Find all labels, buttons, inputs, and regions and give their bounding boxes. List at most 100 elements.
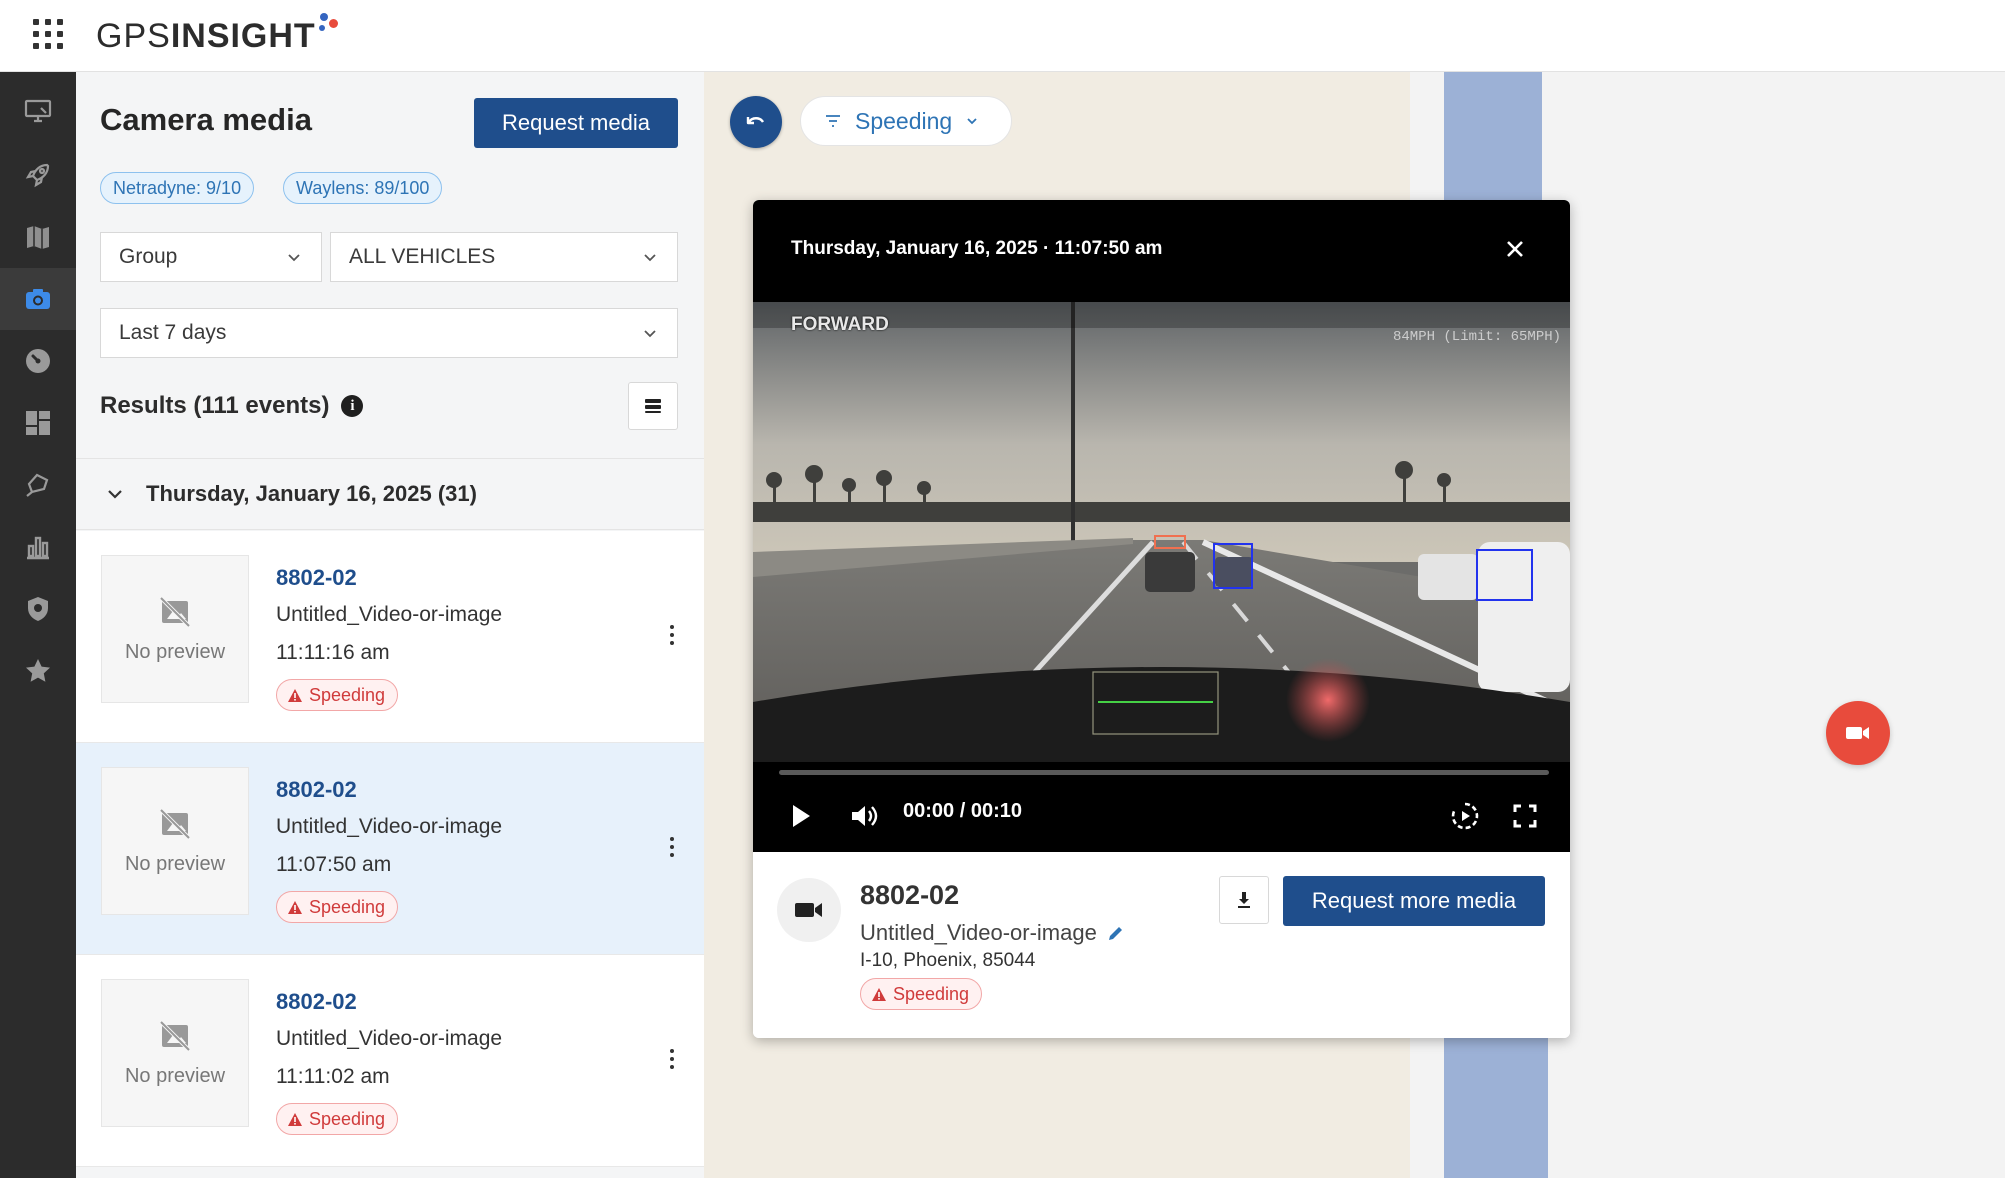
warning-icon	[288, 1112, 302, 1126]
speeding-badge: Speeding	[276, 1103, 399, 1135]
request-media-button[interactable]: Request media	[474, 98, 678, 148]
filter-label: Speeding	[855, 107, 953, 134]
fullscreen-button[interactable]	[1503, 796, 1547, 836]
speeding-badge: Speeding	[276, 891, 399, 923]
no-image-icon	[159, 1020, 191, 1051]
chevron-down-icon	[288, 254, 300, 262]
video-camera-icon	[795, 903, 822, 917]
more-options-icon[interactable]	[662, 1039, 682, 1079]
event-list-item[interactable]: No preview 8802-02 Untitled_Video-or-ima…	[76, 531, 704, 743]
event-list-item[interactable]: No preview 8802-02 Untitled_Video-or-ima…	[76, 955, 704, 1167]
edit-name-button[interactable]	[1107, 924, 1125, 942]
panel-title: Camera media	[100, 102, 312, 137]
nav-dashboard-icon[interactable]	[0, 392, 76, 454]
badge-label: Speeding	[309, 1108, 386, 1129]
video-controls: 00:00 / 00:10	[753, 762, 1570, 852]
back-button[interactable]	[730, 96, 782, 148]
close-button[interactable]	[1490, 224, 1540, 274]
info-icon[interactable]: i	[341, 395, 364, 417]
fullscreen-icon	[1513, 804, 1537, 828]
undo-arrow-icon	[746, 117, 765, 125]
map-road	[1448, 1032, 1548, 1178]
date-group-label: Thursday, January 16, 2025 (31)	[146, 481, 477, 506]
volume-button[interactable]	[843, 796, 887, 836]
play-button[interactable]	[779, 796, 823, 836]
logo-text-gps: GPS	[96, 16, 171, 55]
badge-label: Speeding	[309, 684, 386, 705]
date-range-value: Last 7 days	[119, 321, 227, 344]
nav-display-icon[interactable]	[0, 80, 76, 142]
event-vehicle-id[interactable]: 8802-02	[276, 565, 357, 591]
top-bar: GPS INSIGHT	[0, 0, 2005, 72]
chevron-down-icon	[108, 490, 122, 499]
no-preview-label: No preview	[124, 1064, 226, 1087]
playback-speed-icon	[1451, 802, 1479, 830]
media-vehicle-id: 8802-02	[860, 880, 960, 910]
gpsinsight-logo[interactable]: GPS INSIGHT	[96, 12, 340, 60]
request-more-media-button[interactable]: Request more media	[1283, 876, 1545, 926]
date-group-header[interactable]: Thursday, January 16, 2025 (31)	[76, 458, 704, 530]
list-view-toggle[interactable]	[628, 382, 678, 430]
download-button[interactable]	[1219, 876, 1269, 924]
speeding-filter-dropdown[interactable]: Speeding	[800, 96, 1012, 146]
time-readout: 00:00 / 00:10	[903, 800, 1022, 822]
badge-label: Speeding	[893, 983, 970, 1004]
event-time: 11:07:50 am	[276, 853, 392, 876]
dashcam-frame: 84MPH (Limit: 65MPH)	[753, 302, 1570, 762]
record-camera-button[interactable]	[1826, 701, 1890, 765]
date-range-select[interactable]: Last 7 days	[100, 308, 678, 358]
nav-rocket-icon[interactable]	[0, 144, 76, 206]
event-list-item-selected[interactable]: No preview 8802-02 Untitled_Video-or-ima…	[76, 743, 704, 955]
logo-text-insight: INSIGHT	[170, 16, 316, 55]
volume-icon	[852, 806, 878, 826]
nav-shield-icon[interactable]	[0, 578, 76, 640]
no-image-icon	[159, 596, 191, 627]
playback-speed-button[interactable]	[1443, 796, 1487, 836]
speeding-badge: Speeding	[276, 679, 399, 711]
media-card-header: Thursday, January 16, 2025 · 11:07:50 am	[753, 200, 1570, 302]
media-viewer-card: Thursday, January 16, 2025 · 11:07:50 am	[753, 200, 1570, 1038]
no-preview-label: No preview	[124, 852, 226, 875]
nav-reports-icon[interactable]	[0, 516, 76, 578]
pencil-icon	[1108, 927, 1122, 940]
play-icon	[793, 805, 810, 827]
group-select-value: Group	[119, 245, 178, 268]
nav-geofence-icon[interactable]	[0, 454, 76, 516]
badge-label: Speeding	[309, 896, 386, 917]
warning-icon	[288, 688, 302, 702]
event-file-name: Untitled_Video-or-image	[276, 603, 503, 626]
chevron-down-icon	[644, 330, 656, 338]
waylens-quota-chip: Waylens: 89/100	[283, 172, 443, 204]
no-preview-label: No preview	[124, 640, 226, 663]
nav-gauge-icon[interactable]	[0, 330, 76, 392]
close-icon	[1507, 241, 1523, 257]
event-time: 11:11:16 am	[276, 641, 390, 664]
nav-map-icon[interactable]	[0, 206, 76, 268]
nav-star-icon[interactable]	[0, 640, 76, 702]
warning-icon	[872, 987, 886, 1001]
group-select[interactable]: Group	[100, 232, 322, 282]
apps-grid-icon[interactable]	[28, 14, 68, 54]
nav-camera-icon[interactable]	[0, 268, 76, 330]
no-image-icon	[159, 808, 191, 839]
event-time: 11:11:02 am	[276, 1065, 390, 1088]
speeding-badge: Speeding	[860, 978, 983, 1010]
results-label: Results (111 events)	[100, 392, 330, 419]
camera-avatar	[777, 878, 841, 942]
more-options-icon[interactable]	[662, 615, 682, 655]
speed-overlay-text: 84MPH (Limit: 65MPH)	[1393, 329, 1561, 345]
video-camera-icon	[1846, 727, 1869, 739]
event-vehicle-id[interactable]: 8802-02	[276, 777, 357, 803]
chevron-down-icon	[644, 254, 656, 262]
more-options-icon[interactable]	[662, 827, 682, 867]
logo-dots-icon	[318, 11, 340, 41]
event-vehicle-id[interactable]: 8802-02	[276, 989, 357, 1015]
media-datetime: Thursday, January 16, 2025 · 11:07:50 am	[791, 238, 1163, 259]
download-icon	[1238, 892, 1250, 908]
netradyne-quota-chip: Netradyne: 9/10	[100, 172, 255, 204]
results-heading: Results (111 events) i	[100, 392, 364, 420]
video-player[interactable]: 84MPH (Limit: 65MPH) FORWARD	[753, 302, 1570, 762]
video-progress-bar[interactable]	[779, 770, 1549, 775]
vehicles-select[interactable]: ALL VEHICLES	[330, 232, 678, 282]
media-location: I-10, Phoenix, 85044	[860, 950, 1036, 971]
